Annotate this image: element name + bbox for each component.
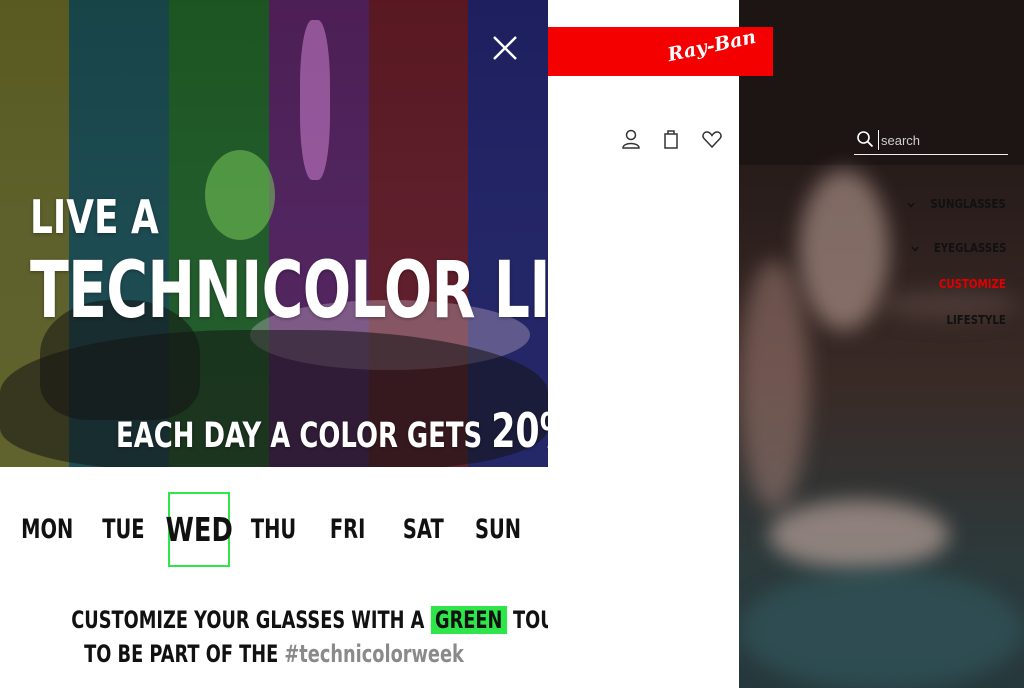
search-icon xyxy=(857,131,874,148)
day-label: TUE xyxy=(101,514,145,545)
cta-line-1: CUSTOMIZE YOUR GLASSES WITH A GREEN TOUC… xyxy=(71,603,548,637)
nav-label: CUSTOMIZE xyxy=(938,277,1006,291)
day-sun[interactable]: SUN xyxy=(470,492,526,567)
hashtag: #technicolorweek xyxy=(284,640,464,668)
bag-button[interactable] xyxy=(660,127,682,151)
account-button[interactable] xyxy=(620,127,642,151)
bag-icon xyxy=(664,130,678,149)
nav-item-lifestyle[interactable]: LIFESTYLE xyxy=(833,313,1024,327)
day-label: FRI xyxy=(330,514,366,545)
day-sat[interactable]: SAT xyxy=(395,492,451,567)
day-tue[interactable]: TUE xyxy=(95,492,151,567)
site-page: Ray-Ban SUNGLASSES EYEGLASSES CUSTOMIZE LIF… xyxy=(548,0,1024,688)
day-label: SAT xyxy=(402,514,444,545)
close-icon xyxy=(493,36,517,60)
cta-line2-prefix: TO BE PART OF THE xyxy=(84,640,279,668)
search-bar xyxy=(854,127,1008,155)
weekday-selector: MON TUE WED THU FRI SAT SUN xyxy=(0,492,548,567)
day-label: MON xyxy=(20,514,74,545)
day-label: WED xyxy=(165,510,233,549)
logo-text: Ray-Ban xyxy=(666,25,759,67)
nav-label: EYEGLASSES xyxy=(933,241,1006,255)
hero-banner: LIVE A TECHNICOLOR LIFE EACH DAY A COLOR… xyxy=(0,0,548,467)
ray-ban-logo[interactable]: Ray-Ban xyxy=(548,25,773,76)
day-fri[interactable]: FRI xyxy=(320,492,376,567)
cta-prefix: CUSTOMIZE YOUR GLASSES WITH A xyxy=(71,606,425,634)
hero-offer: EACH DAY A COLOR GETS 20% OFF! xyxy=(116,404,548,459)
day-wed[interactable]: WED xyxy=(165,492,233,567)
day-mon[interactable]: MON xyxy=(19,492,75,567)
search-input[interactable] xyxy=(878,130,1006,150)
chevron-down-icon xyxy=(907,201,915,208)
heart-icon xyxy=(702,131,722,149)
cta-suffix: TOUCH xyxy=(513,606,548,634)
day-label: SUN xyxy=(474,514,522,545)
day-label: THU xyxy=(250,514,296,545)
hero-headline-small: LIVE A xyxy=(30,190,159,244)
nav-label: SUNGLASSES xyxy=(930,197,1006,211)
nav-item-sunglasses[interactable]: SUNGLASSES xyxy=(833,197,1024,211)
nav-item-customize[interactable]: CUSTOMIZE xyxy=(833,277,1024,291)
chevron-down-icon xyxy=(910,245,919,252)
menu-panel xyxy=(548,0,739,688)
background-photo xyxy=(739,0,1024,688)
nav-label: LIFESTYLE xyxy=(946,313,1006,327)
color-highlight: GREEN xyxy=(430,606,507,634)
day-thu[interactable]: THU xyxy=(245,492,301,567)
offer-prefix: EACH DAY A COLOR GETS xyxy=(116,416,483,456)
wishlist-button[interactable] xyxy=(701,127,723,151)
nav-item-eyeglasses[interactable]: EYEGLASSES xyxy=(833,241,1024,255)
cta-message: CUSTOMIZE YOUR GLASSES WITH A GREEN TOUC… xyxy=(0,603,548,671)
user-icon xyxy=(622,129,640,149)
close-button[interactable] xyxy=(490,33,520,63)
cta-line-2: TO BE PART OF THE #technicolorweek xyxy=(71,637,477,671)
promo-popup: LIVE A TECHNICOLOR LIFE EACH DAY A COLOR… xyxy=(0,0,548,688)
hero-headline: TECHNICOLOR LIFE xyxy=(30,246,548,336)
offer-discount: 20% OFF! xyxy=(491,404,548,459)
